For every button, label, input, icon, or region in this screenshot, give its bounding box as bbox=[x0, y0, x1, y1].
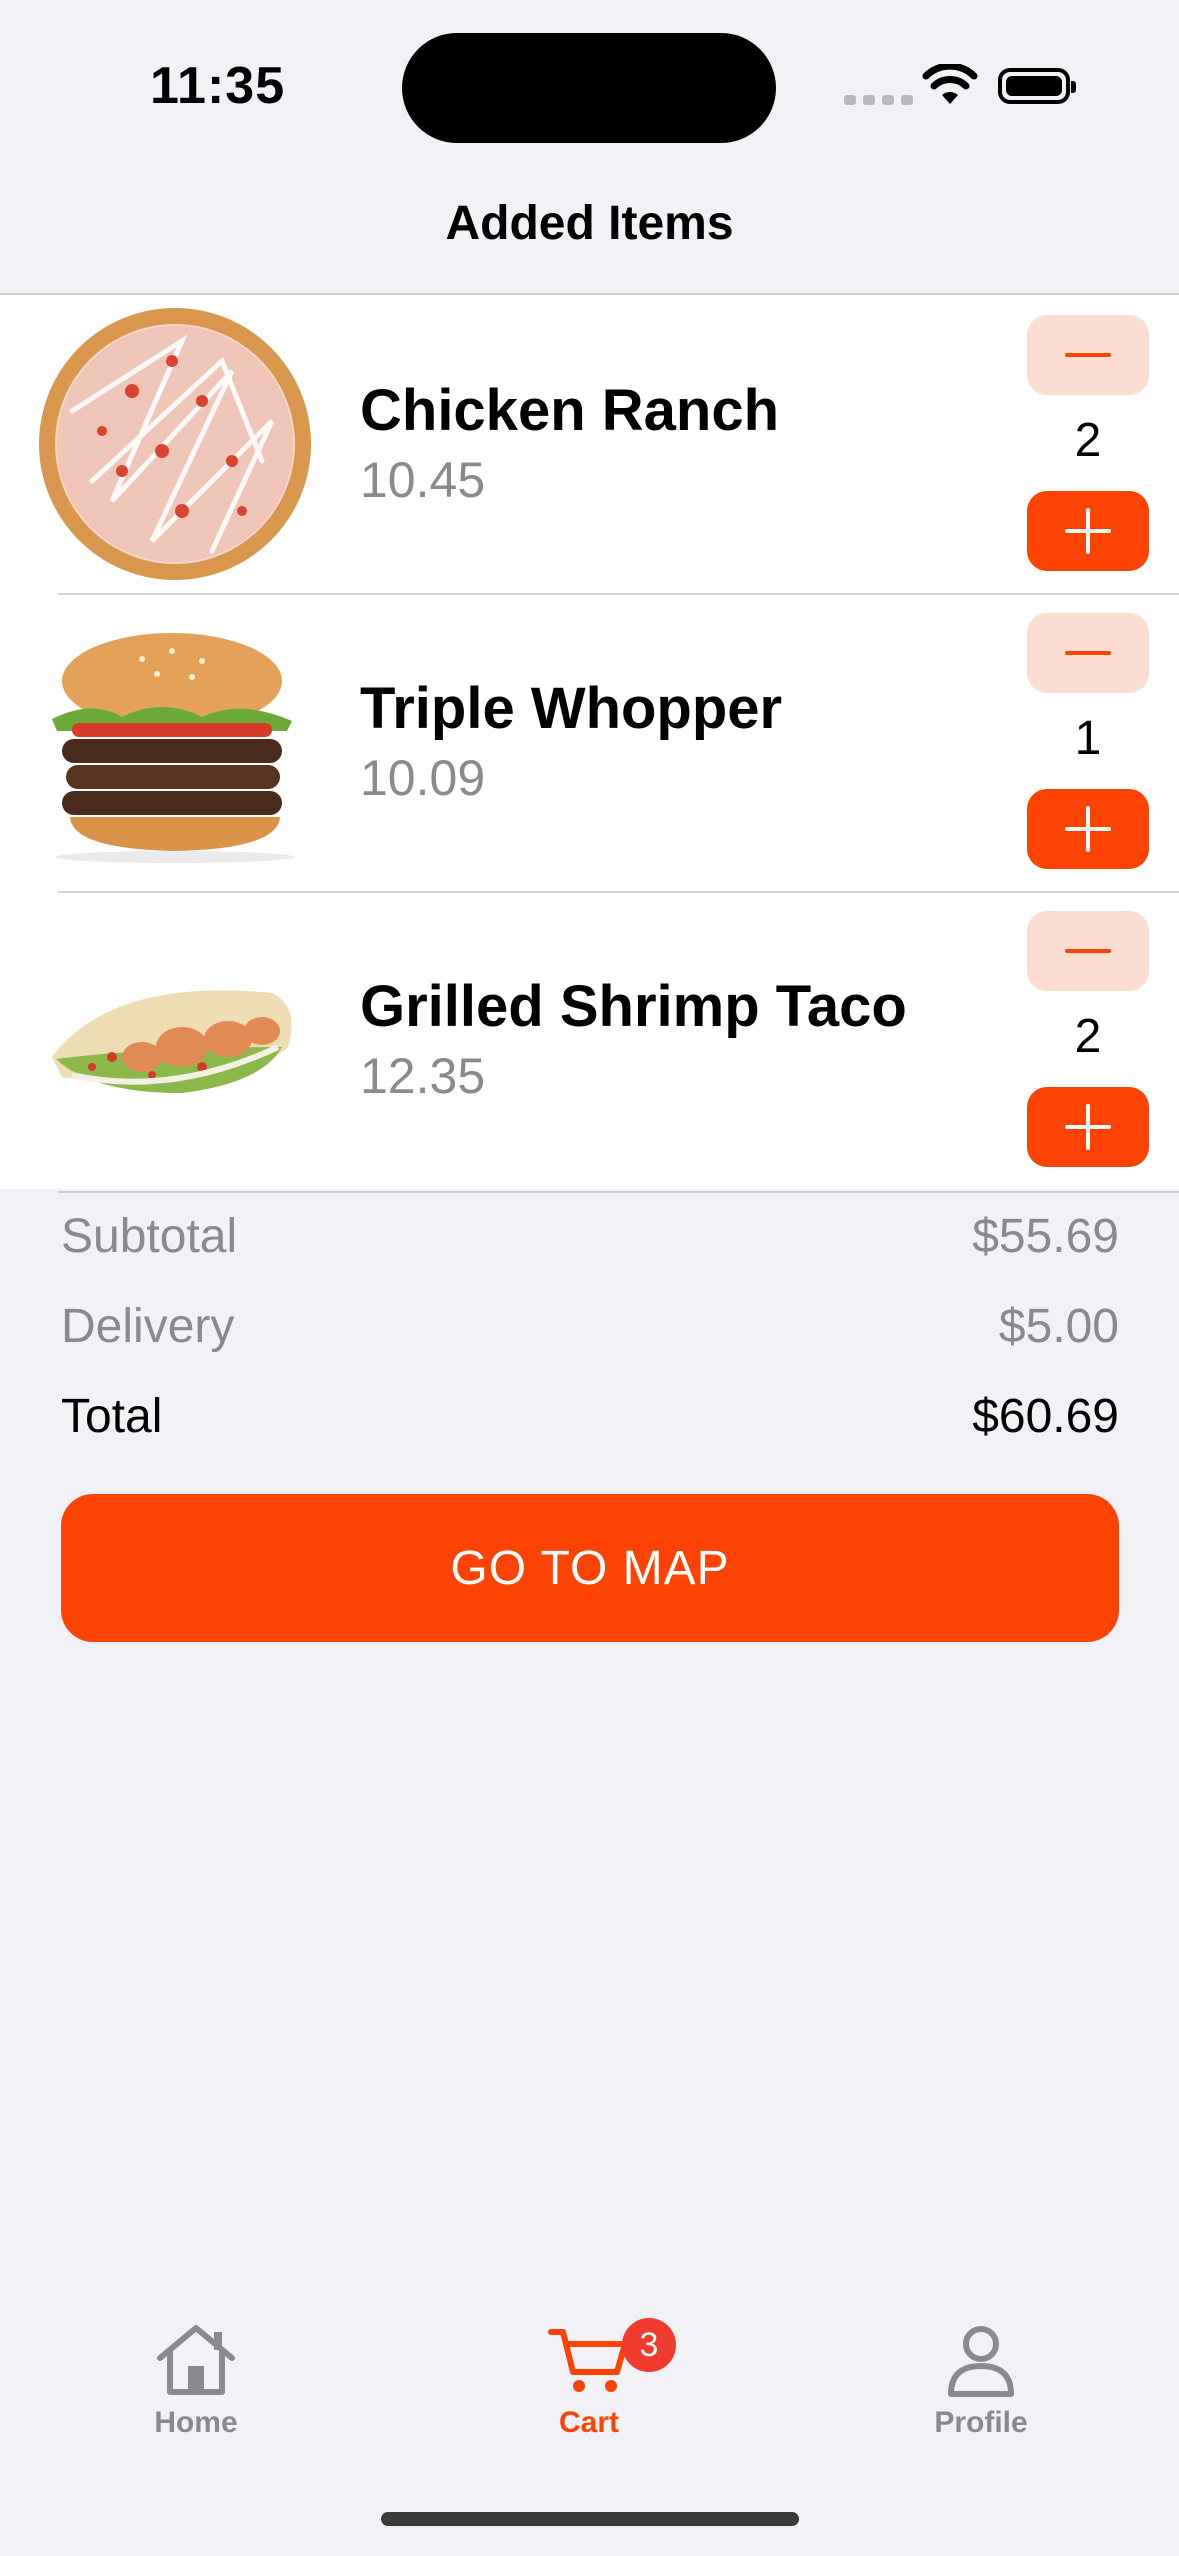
item-name: Triple Whopper bbox=[360, 676, 783, 741]
cart-list: Chicken Ranch 10.45 2 Triple Whopper 10.… bbox=[0, 295, 1179, 1189]
cart-count-badge: 3 bbox=[622, 2318, 676, 2372]
home-icon bbox=[157, 2325, 235, 2395]
cart-icon bbox=[548, 2329, 628, 2392]
wifi-icon bbox=[922, 64, 978, 104]
taco-image bbox=[52, 990, 292, 1093]
status-time: 11:35 bbox=[150, 57, 286, 115]
dynamic-island bbox=[402, 33, 776, 143]
quantity-count: 2 bbox=[1074, 1010, 1102, 1063]
decrease-quantity-button[interactable] bbox=[1027, 613, 1149, 693]
quantity-count: 2 bbox=[1074, 414, 1102, 467]
item-price: 10.45 bbox=[360, 452, 486, 508]
increase-quantity-button[interactable] bbox=[1027, 789, 1149, 869]
go-to-map-button[interactable]: GO TO MAP bbox=[61, 1494, 1119, 1642]
pizza-image bbox=[39, 308, 311, 580]
cart-item: Triple Whopper 10.09 1 bbox=[0, 593, 1179, 893]
item-name: Grilled Shrimp Taco bbox=[360, 974, 907, 1039]
delivery-label: Delivery bbox=[61, 1300, 235, 1353]
subtotal-label: Subtotal bbox=[61, 1210, 238, 1263]
increase-quantity-button[interactable] bbox=[1027, 491, 1149, 571]
battery-icon bbox=[998, 68, 1076, 104]
item-name: Chicken Ranch bbox=[360, 378, 779, 443]
list-bottom-divider bbox=[58, 1191, 1179, 1193]
tab-home[interactable]: Home bbox=[96, 2300, 296, 2440]
total-label: Total bbox=[61, 1390, 163, 1443]
tab-home-label: Home bbox=[154, 2406, 238, 2439]
cart-item: Chicken Ranch 10.45 2 bbox=[0, 295, 1179, 595]
decrease-quantity-button[interactable] bbox=[1027, 911, 1149, 991]
subtotal-value: $55.69 bbox=[972, 1210, 1119, 1263]
cart-item: Grilled Shrimp Taco 12.35 2 bbox=[0, 891, 1179, 1189]
status-bar: 11:35 bbox=[0, 0, 1179, 170]
quantity-count: 1 bbox=[1074, 712, 1102, 765]
profile-icon bbox=[948, 2326, 1014, 2397]
delivery-value: $5.00 bbox=[998, 1300, 1119, 1353]
home-indicator bbox=[381, 2512, 799, 2526]
total-value: $60.69 bbox=[972, 1390, 1119, 1443]
burger-image bbox=[52, 633, 295, 863]
item-price: 10.09 bbox=[360, 750, 486, 806]
tab-profile[interactable]: Profile bbox=[881, 2300, 1081, 2440]
increase-quantity-button[interactable] bbox=[1027, 1087, 1149, 1167]
page-title: Added Items bbox=[445, 197, 734, 250]
item-price: 12.35 bbox=[360, 1048, 486, 1104]
cellular-signal-icon bbox=[844, 95, 913, 105]
tab-profile-label: Profile bbox=[934, 2406, 1028, 2439]
delivery-row: Delivery $5.00 bbox=[61, 1299, 1119, 1354]
tab-cart-label: Cart bbox=[558, 2406, 619, 2439]
subtotal-row: Subtotal $55.69 bbox=[61, 1209, 1119, 1264]
total-row: Total $60.69 bbox=[61, 1389, 1119, 1444]
decrease-quantity-button[interactable] bbox=[1027, 315, 1149, 395]
